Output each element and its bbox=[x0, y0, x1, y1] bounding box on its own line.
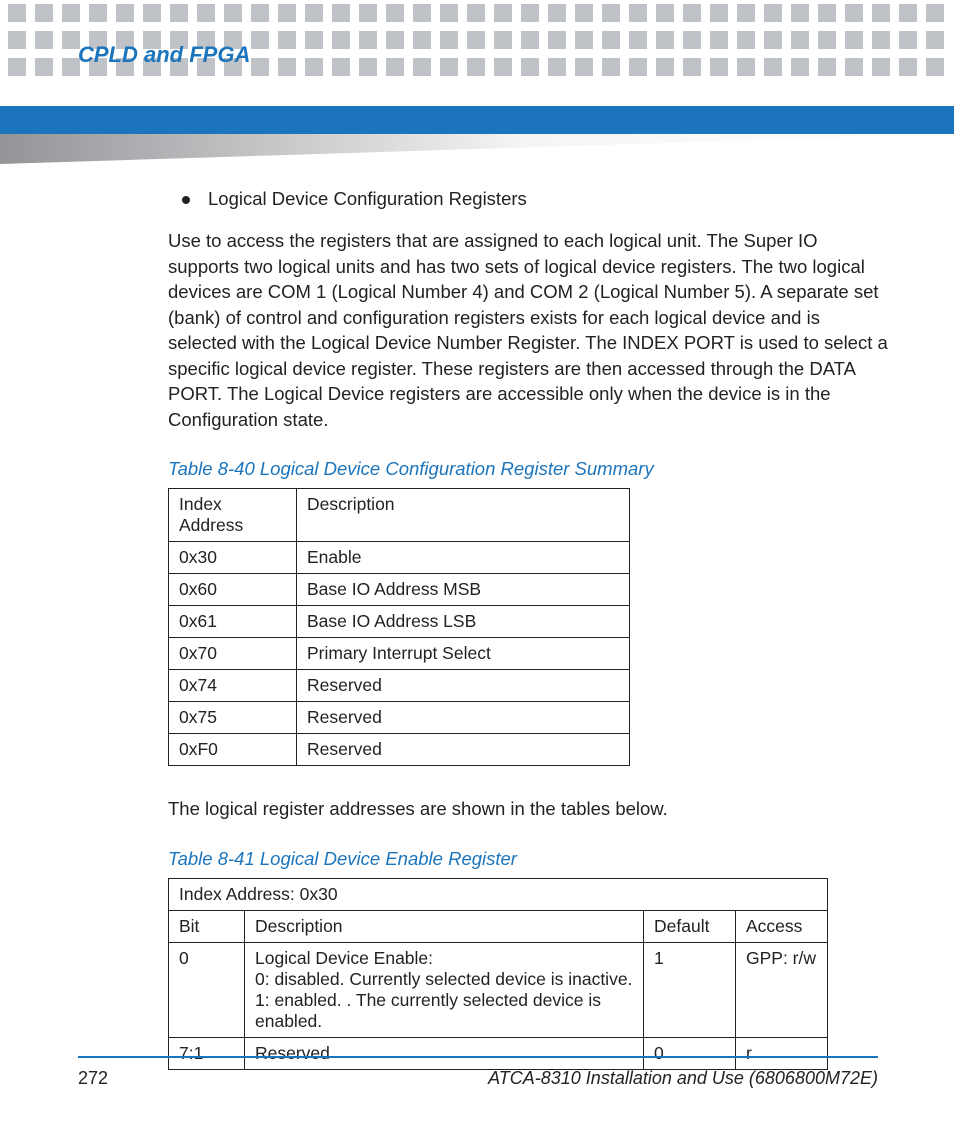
table-header-cell: Access bbox=[736, 910, 828, 942]
table-cell: Primary Interrupt Select bbox=[297, 638, 630, 670]
header-gray-taper bbox=[0, 134, 954, 164]
table-row: 0xF0 Reserved bbox=[169, 734, 630, 766]
paragraph-intro: Use to access the registers that are ass… bbox=[168, 228, 888, 432]
table-row: 0x30 Enable bbox=[169, 542, 630, 574]
table-cell: 0x70 bbox=[169, 638, 297, 670]
chapter-title: CPLD and FPGA bbox=[78, 42, 250, 68]
footer-doc-title: ATCA-8310 Installation and Use (6806800M… bbox=[488, 1068, 878, 1089]
table-cell: 0x61 bbox=[169, 606, 297, 638]
table-cell: 1 bbox=[644, 942, 736, 1037]
table-cell: 0xF0 bbox=[169, 734, 297, 766]
table-caption-8-41: Table 8-41 Logical Device Enable Registe… bbox=[168, 848, 888, 870]
table-cell: Logical Device Enable: 0: disabled. Curr… bbox=[245, 942, 644, 1037]
table-cell: Base IO Address MSB bbox=[297, 574, 630, 606]
table-cell: Base IO Address LSB bbox=[297, 606, 630, 638]
table-header-cell: Description bbox=[245, 910, 644, 942]
table-row: Bit Description Default Access bbox=[169, 910, 828, 942]
table-cell: 0x30 bbox=[169, 542, 297, 574]
table-row: Index Address Description bbox=[169, 489, 630, 542]
table-cell: Enable bbox=[297, 542, 630, 574]
table-header-cell: Description bbox=[297, 489, 630, 542]
table-cell: 0x75 bbox=[169, 702, 297, 734]
bullet-icon bbox=[182, 196, 190, 204]
page-content: Logical Device Configuration Registers U… bbox=[168, 188, 888, 1100]
table-cell: Reserved bbox=[297, 670, 630, 702]
table-cell: Reserved bbox=[297, 702, 630, 734]
header-blue-bar bbox=[0, 106, 954, 134]
table-cell: 0x60 bbox=[169, 574, 297, 606]
table-8-41: Index Address: 0x30 Bit Description Defa… bbox=[168, 878, 828, 1070]
table-title-row: Index Address: 0x30 bbox=[169, 878, 828, 910]
table-header-cell: Bit bbox=[169, 910, 245, 942]
table-cell: Reserved bbox=[297, 734, 630, 766]
table-cell: 0 bbox=[169, 942, 245, 1037]
table-row: 0x61 Base IO Address LSB bbox=[169, 606, 630, 638]
page-number: 272 bbox=[78, 1068, 108, 1089]
table-row: 0x75 Reserved bbox=[169, 702, 630, 734]
table-header-cell: Index Address bbox=[169, 489, 297, 542]
table-row: 0x74 Reserved bbox=[169, 670, 630, 702]
table-cell: GPP: r/w bbox=[736, 942, 828, 1037]
table-8-40: Index Address Description 0x30 Enable 0x… bbox=[168, 488, 630, 766]
table-row: 0x60 Base IO Address MSB bbox=[169, 574, 630, 606]
bullet-text: Logical Device Configuration Registers bbox=[208, 188, 527, 210]
table-header-cell: Default bbox=[644, 910, 736, 942]
table-caption-8-40: Table 8-40 Logical Device Configuration … bbox=[168, 458, 888, 480]
table-row: 0 Logical Device Enable: 0: disabled. Cu… bbox=[169, 942, 828, 1037]
bullet-item: Logical Device Configuration Registers bbox=[168, 188, 888, 210]
table-cell: 0x74 bbox=[169, 670, 297, 702]
table-row: 0x70 Primary Interrupt Select bbox=[169, 638, 630, 670]
table-row: Index Address: 0x30 bbox=[169, 878, 828, 910]
page-footer: 272 ATCA-8310 Installation and Use (6806… bbox=[78, 1056, 878, 1089]
paragraph-between-tables: The logical register addresses are shown… bbox=[168, 796, 888, 822]
